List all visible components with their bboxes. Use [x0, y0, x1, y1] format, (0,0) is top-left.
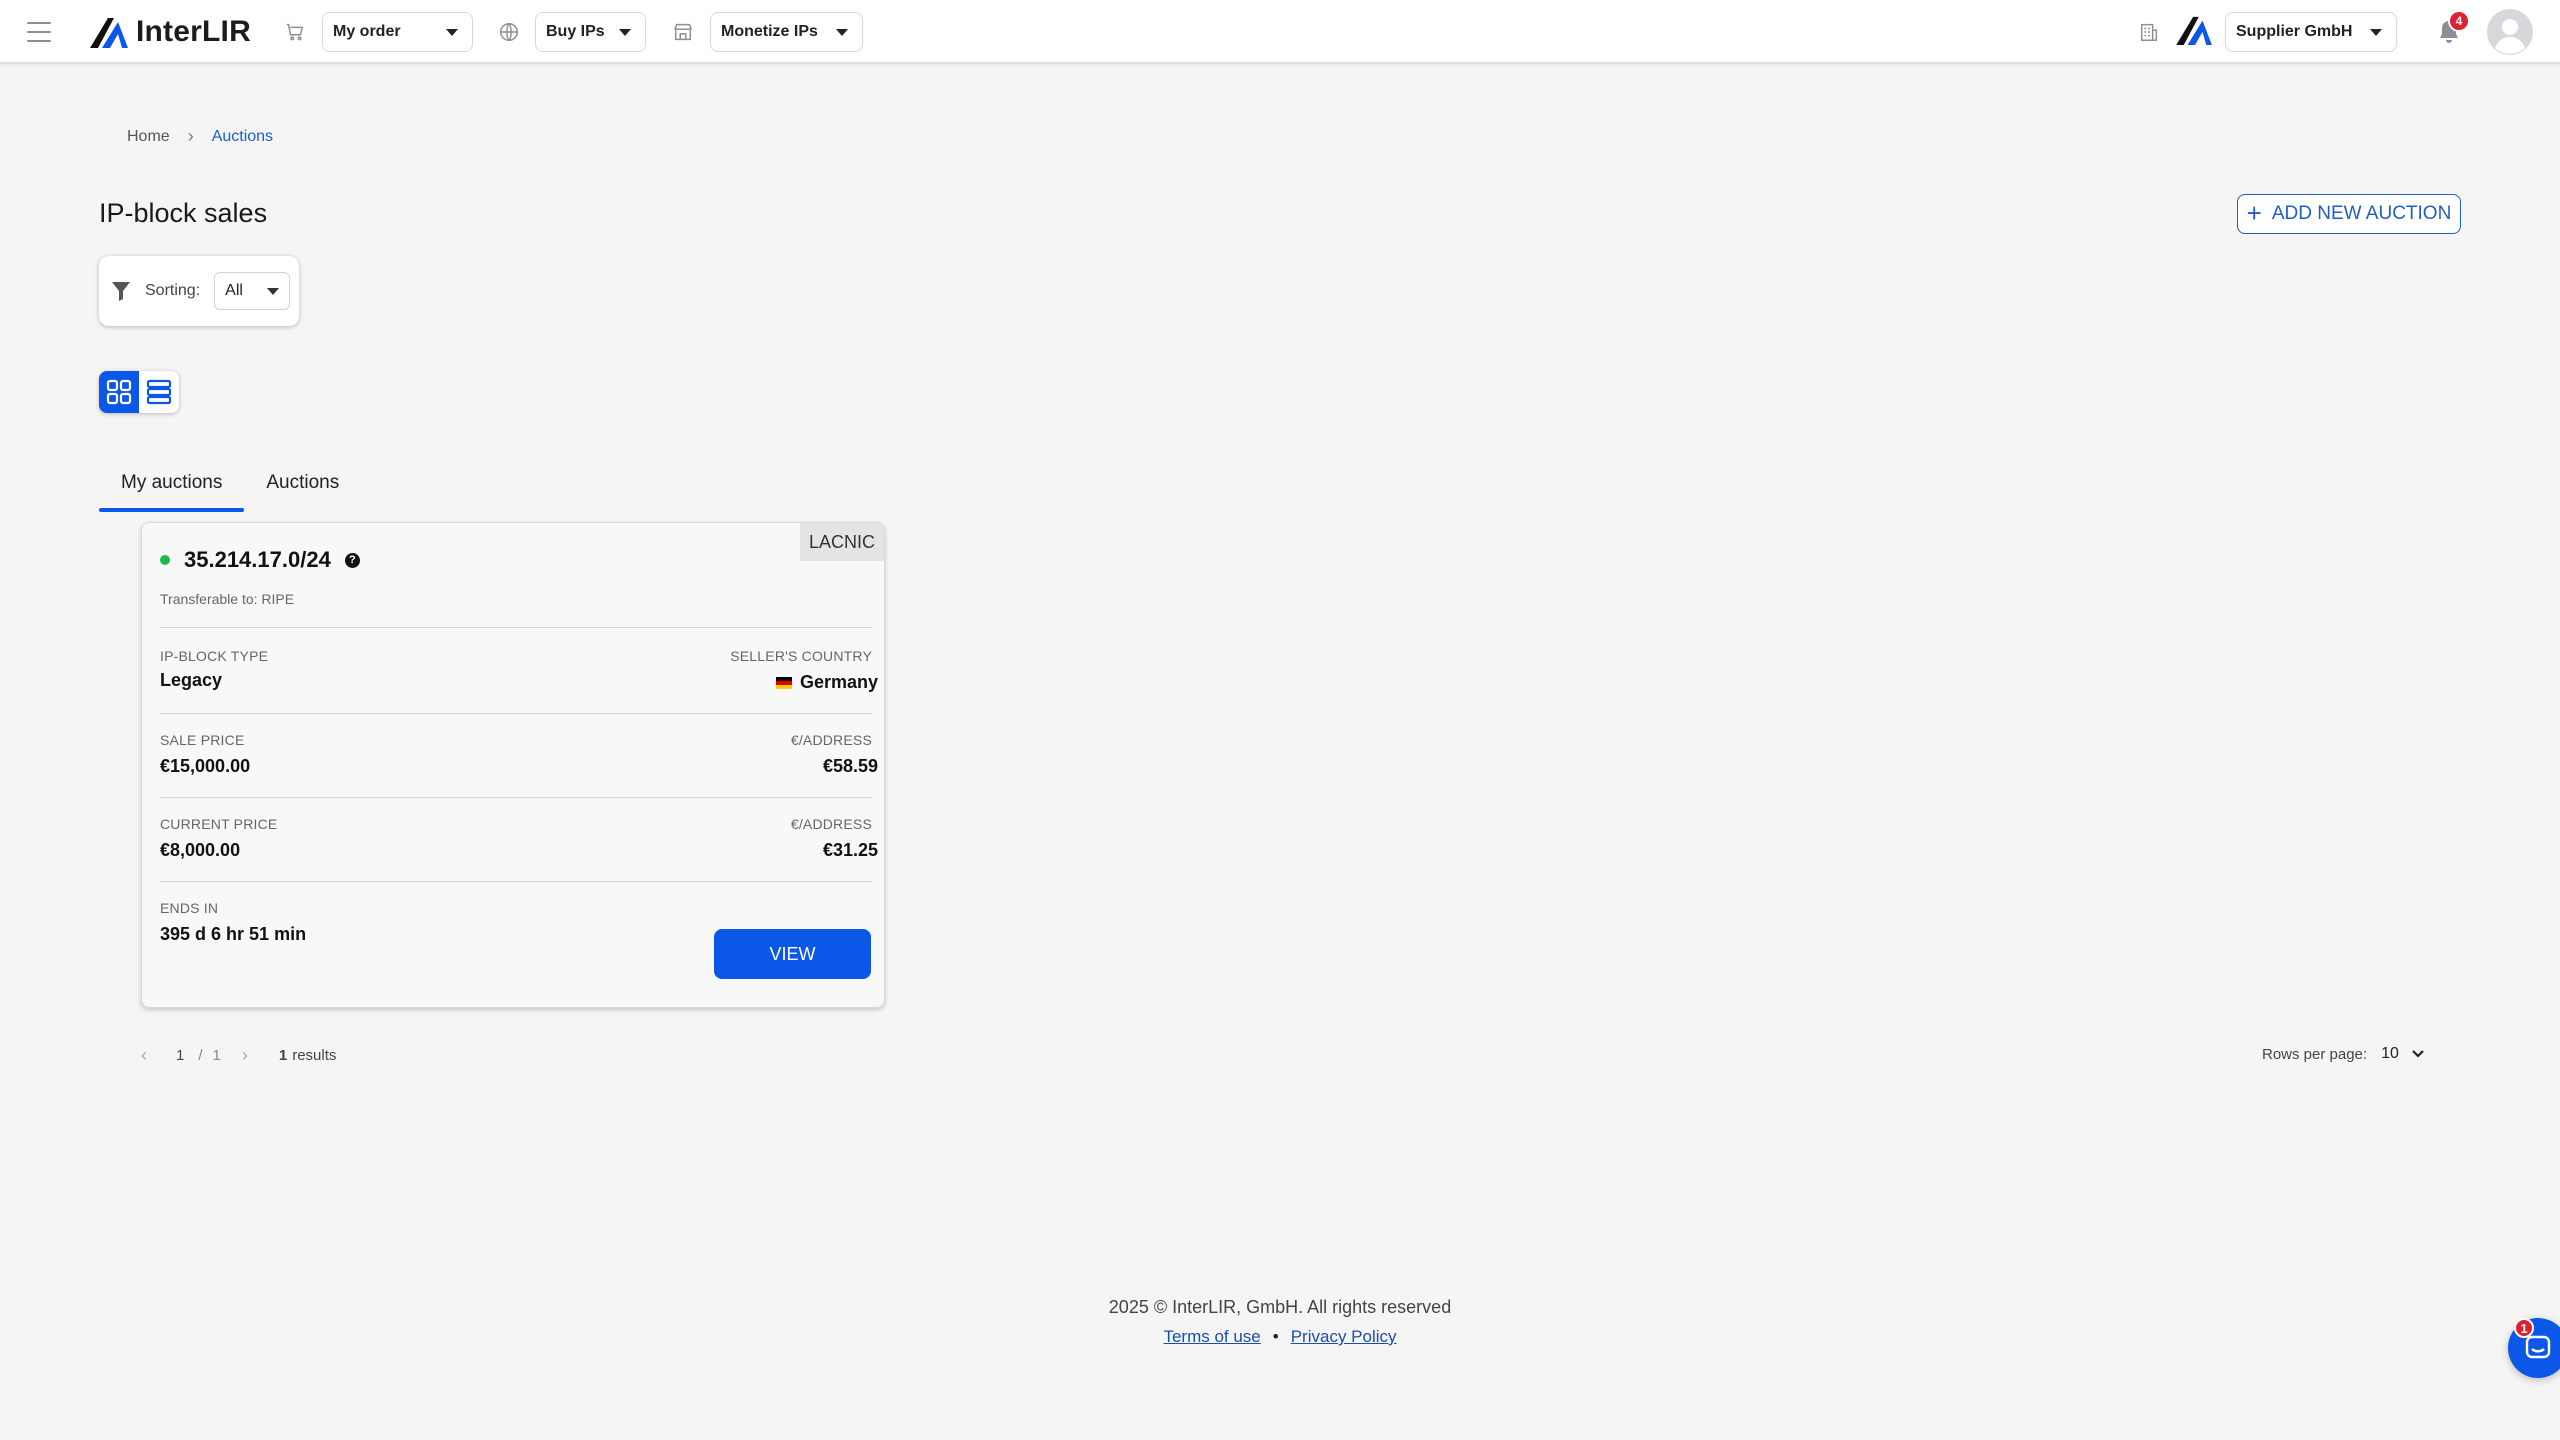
current-price-row: CURRENT PRICE €8,000.00 €/ADDRESS €31.25	[160, 797, 878, 881]
rows-per-page-select[interactable]: 10	[2381, 1045, 2425, 1063]
company-dropdown[interactable]: Supplier GmbH	[2225, 12, 2397, 52]
ends-in-label: ENDS IN	[160, 900, 219, 916]
caret-down-icon	[267, 287, 280, 295]
filter-icon	[112, 282, 130, 301]
auction-header: 35.214.17.0/24 ?	[160, 547, 360, 573]
caret-down-icon	[836, 28, 848, 36]
ip-type-row: IP-BLOCK TYPE Legacy SELLER'S COUNTRY Ge…	[160, 627, 878, 713]
add-new-auction-label: ADD NEW AUCTION	[2271, 203, 2452, 224]
breadcrumb-home[interactable]: Home	[127, 128, 170, 146]
sale-price-label: SALE PRICE	[160, 732, 245, 748]
plus-icon: +	[2246, 198, 2262, 228]
sorting-label: Sorting:	[145, 282, 201, 299]
footer-copyright: 2025 © InterLIR, GmbH. All rights reserv…	[1108, 1297, 1452, 1317]
sale-per-address-value: €58.59	[822, 756, 878, 776]
chat-unread-badge: 1	[2514, 1318, 2534, 1338]
rows-per-page-label: Rows per page:	[2262, 1045, 2368, 1063]
current-price-label: CURRENT PRICE	[160, 816, 278, 832]
logo-text: InterLIR	[136, 15, 251, 48]
rows-per-page: Rows per page: 10	[2262, 1045, 2425, 1063]
current-price-value: €8,000.00	[160, 840, 241, 860]
prev-page-icon[interactable]: ‹	[134, 1045, 154, 1066]
ip-type-value: Legacy	[160, 670, 223, 690]
grid-view-button[interactable]	[99, 371, 139, 413]
pagination: ‹ 1 / 1 › 1 results	[134, 1045, 336, 1066]
buy-ips-label: Buy IPs	[546, 23, 605, 40]
interlir-logo-icon	[90, 18, 128, 48]
page-title: IP-block sales	[99, 198, 268, 228]
total-pages: 1	[212, 1047, 221, 1064]
seller-country: Germany	[775, 672, 878, 693]
breadcrumb-auctions[interactable]: Auctions	[212, 128, 273, 146]
grid-view-icon	[106, 379, 132, 405]
germany-flag-icon	[775, 677, 792, 689]
list-view-icon	[146, 379, 172, 405]
list-view-button[interactable]	[139, 371, 179, 413]
footer-links: Terms of use • Privacy Policy	[0, 1327, 2560, 1347]
caret-down-icon	[619, 28, 631, 36]
results-label: results	[292, 1047, 337, 1064]
auction-tabs: My auctions Auctions	[99, 458, 361, 512]
caret-down-icon	[446, 28, 458, 36]
terms-of-use-link[interactable]: Terms of use	[1163, 1327, 1260, 1347]
footer-bullet: •	[1272, 1327, 1279, 1346]
current-per-address-value: €31.25	[822, 840, 878, 860]
breadcrumb: Home › Auctions	[127, 126, 273, 147]
my-order-dropdown[interactable]: My order	[322, 12, 473, 52]
hamburger-menu-icon[interactable]	[24, 18, 54, 46]
current-per-address-label: €/ADDRESS	[790, 816, 872, 832]
privacy-policy-link[interactable]: Privacy Policy	[1291, 1327, 1397, 1347]
caret-down-icon	[2370, 28, 2382, 36]
next-page-icon[interactable]: ›	[235, 1045, 255, 1066]
status-dot-icon	[160, 555, 170, 565]
auction-card: LACNIC 35.214.17.0/24 ? Transferable to:…	[141, 522, 885, 1008]
sorting-value: All	[225, 282, 243, 299]
chevron-right-icon: ›	[187, 126, 194, 146]
results-count: 1	[278, 1047, 288, 1064]
user-avatar-icon[interactable]	[2487, 9, 2533, 55]
help-icon[interactable]: ?	[344, 552, 360, 568]
ip-prefix: 35.214.17.0/24	[184, 547, 331, 572]
page-divider: /	[198, 1047, 203, 1064]
current-page: 1	[176, 1047, 185, 1064]
tab-auctions[interactable]: Auctions	[244, 458, 361, 508]
sale-price-row: SALE PRICE €15,000.00 €/ADDRESS €58.59	[160, 713, 878, 797]
view-toggle	[99, 371, 179, 413]
sale-price-value: €15,000.00	[160, 756, 251, 776]
chevron-down-icon	[2412, 1050, 2424, 1058]
view-auction-button[interactable]: VIEW	[714, 929, 871, 979]
logo[interactable]: InterLIR	[90, 12, 251, 52]
buy-ips-dropdown[interactable]: Buy IPs	[535, 12, 646, 52]
monetize-ips-dropdown[interactable]: Monetize IPs	[710, 12, 863, 52]
sale-per-address-label: €/ADDRESS	[790, 732, 872, 748]
building-icon	[2138, 21, 2160, 43]
rows-per-page-value: 10	[2381, 1045, 2399, 1062]
my-order-label: My order	[333, 23, 401, 40]
store-icon	[672, 21, 694, 43]
notification-count-badge: 4	[2448, 10, 2470, 32]
cart-icon	[284, 21, 306, 43]
transferable-to: Transferable to: RIPE	[160, 591, 295, 607]
ends-in-value: 395 d 6 hr 51 min	[160, 924, 307, 944]
tab-my-auctions[interactable]: My auctions	[99, 458, 245, 512]
ip-type-label: IP-BLOCK TYPE	[160, 648, 269, 664]
globe-icon	[498, 21, 520, 43]
add-new-auction-button[interactable]: + ADD NEW AUCTION	[2237, 194, 2461, 234]
rir-badge: LACNIC	[800, 523, 884, 561]
seller-country-label: SELLER'S COUNTRY	[730, 648, 872, 664]
company-logo-icon	[2176, 15, 2214, 45]
sorting-select[interactable]: All	[214, 272, 291, 310]
top-bar: InterLIR My order Buy IPs Monetize IPs S…	[0, 0, 2560, 64]
company-label: Supplier GmbH	[2236, 23, 2353, 40]
monetize-ips-label: Monetize IPs	[721, 23, 818, 40]
seller-country-value: Germany	[799, 672, 878, 692]
chat-icon	[2525, 1335, 2551, 1359]
filter-panel: Sorting: All	[99, 256, 299, 326]
